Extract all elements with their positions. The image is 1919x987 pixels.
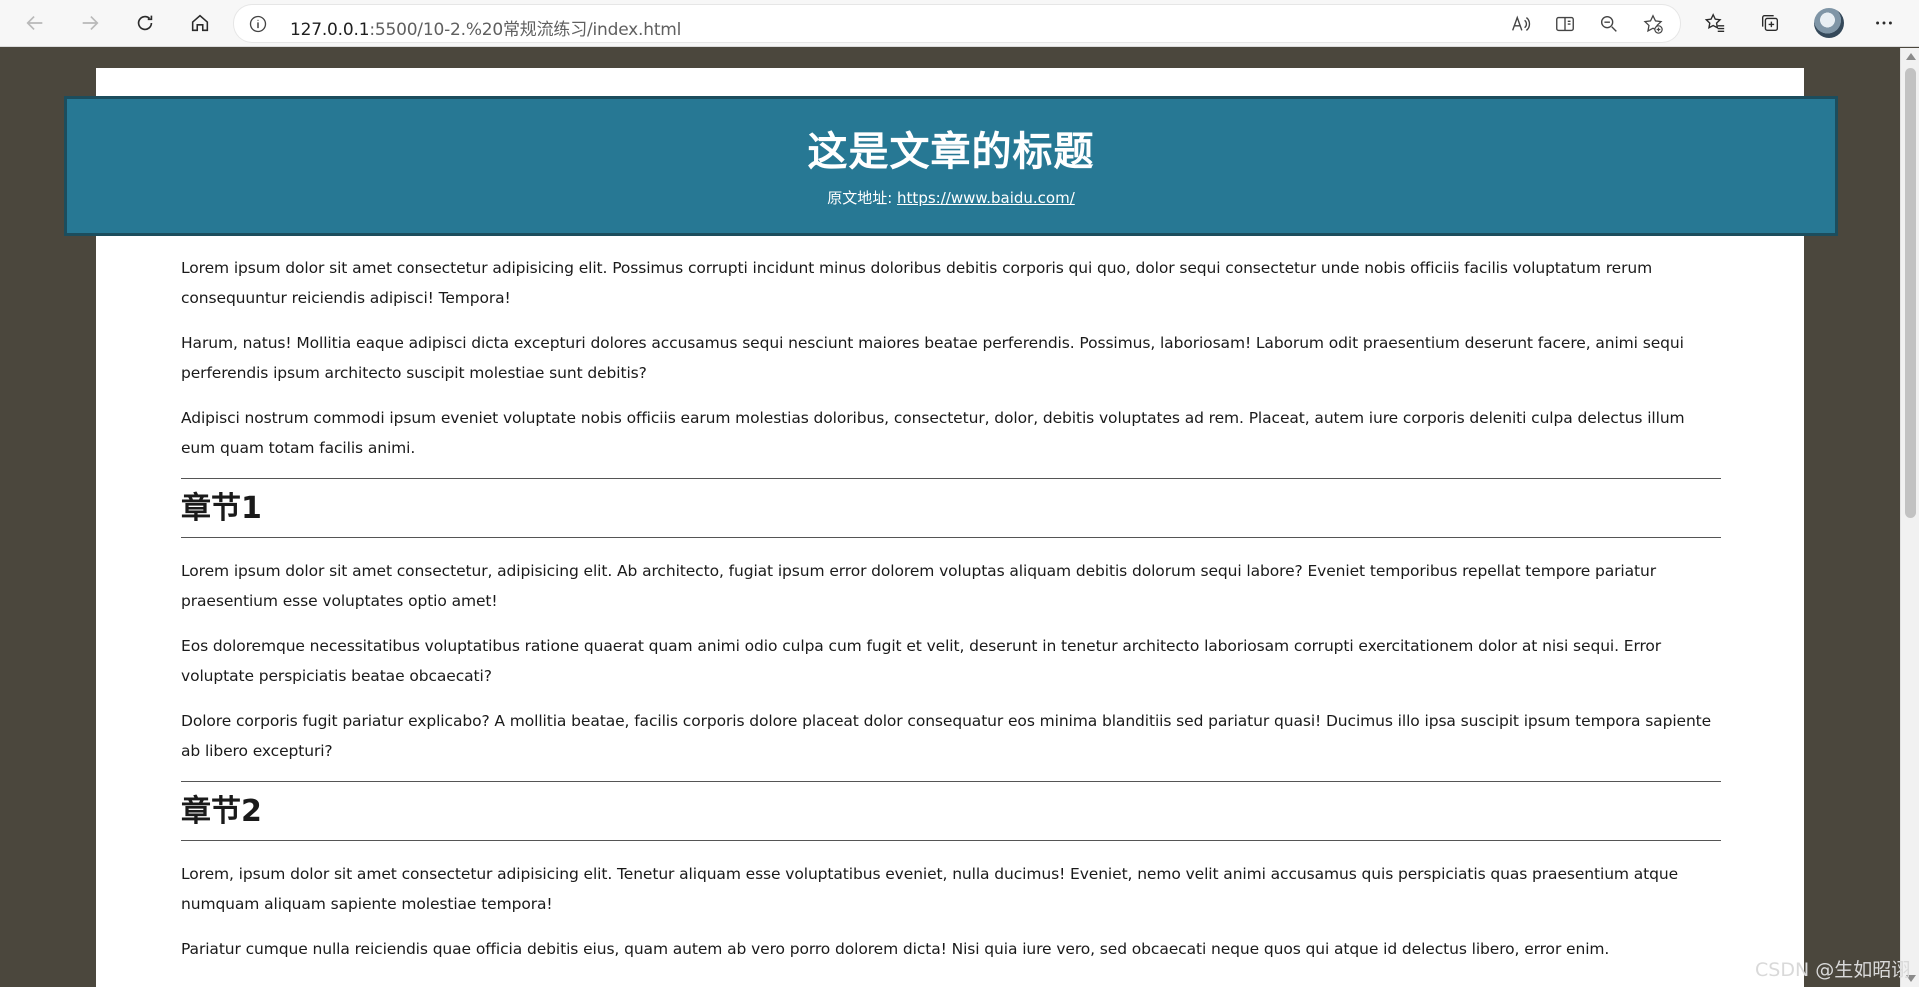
arrow-left-icon bbox=[26, 15, 43, 31]
article-header: 这是文章的标题 原文地址: https://www.baidu.com/ bbox=[64, 96, 1838, 236]
paragraph: Eos doloremque necessitatibus voluptatib… bbox=[181, 637, 1662, 685]
vertical-scrollbar[interactable] bbox=[1900, 48, 1919, 987]
article-source: 原文地址: https://www.baidu.com/ bbox=[67, 187, 1835, 208]
paragraph: Lorem, ipsum dolor sit amet consectetur … bbox=[181, 865, 1679, 913]
info-icon[interactable] bbox=[248, 14, 268, 34]
source-link[interactable]: https://www.baidu.com/ bbox=[897, 189, 1075, 207]
home-button[interactable] bbox=[182, 6, 218, 40]
scrollbar-thumb[interactable] bbox=[1905, 68, 1916, 518]
profile-avatar[interactable] bbox=[1814, 8, 1844, 38]
paragraph: Adipisci nostrum commodi ipsum eveniet v… bbox=[181, 409, 1685, 457]
url-text[interactable]: 127.0.0.1:5500/10-2.%20常规流练习/index.html bbox=[290, 15, 681, 40]
watermark: CSDN @生如昭诩 bbox=[1755, 959, 1911, 981]
more-horizontal-icon bbox=[1876, 21, 1892, 25]
paragraph: Pariatur cumque nulla reiciendis quae of… bbox=[181, 940, 1610, 958]
paragraph: Harum, natus! Mollitia eaque adipisci di… bbox=[181, 334, 1684, 382]
reader-view-icon[interactable] bbox=[1554, 13, 1576, 35]
article-title: 这是文章的标题 bbox=[807, 129, 1095, 175]
section-heading-2: 章节2 bbox=[181, 781, 1721, 841]
page-viewport: 这是文章的标题 原文地址: https://www.baidu.com/ Lor… bbox=[0, 48, 1900, 987]
add-favorite-icon[interactable] bbox=[1642, 13, 1664, 35]
collections-icon bbox=[1761, 14, 1779, 32]
browser-toolbar: 127.0.0.1:5500/10-2.%20常规流练习/index.html bbox=[0, 0, 1919, 47]
settings-menu-button[interactable] bbox=[1866, 6, 1902, 40]
arrow-right-icon bbox=[82, 15, 99, 31]
forward-button[interactable] bbox=[72, 6, 108, 40]
paragraph: Lorem ipsum dolor sit amet consectetur, … bbox=[181, 562, 1657, 610]
collections-button[interactable] bbox=[1752, 6, 1788, 40]
paragraph: Lorem ipsum dolor sit amet consectetur a… bbox=[181, 259, 1653, 307]
section-heading-1: 章节1 bbox=[181, 478, 1721, 538]
url-path: :5500/10-2.%20常规流练习/index.html bbox=[369, 20, 682, 40]
favorites-icon bbox=[1704, 13, 1725, 32]
source-label: 原文地址: bbox=[827, 189, 898, 207]
refresh-icon bbox=[137, 15, 153, 31]
url-host: 127.0.0.1 bbox=[290, 20, 370, 40]
address-bar[interactable]: 127.0.0.1:5500/10-2.%20常规流练习/index.html bbox=[234, 5, 1680, 42]
paragraph: Dolore corporis fugit pariatur explicabo… bbox=[181, 712, 1712, 760]
read-aloud-icon[interactable] bbox=[1509, 13, 1531, 35]
refresh-button[interactable] bbox=[127, 6, 163, 40]
home-icon bbox=[191, 14, 209, 32]
scroll-up-arrow[interactable] bbox=[1906, 53, 1916, 60]
back-button[interactable] bbox=[17, 6, 53, 40]
article-content: Lorem ipsum dolor sit amet consectetur a… bbox=[181, 253, 1721, 979]
zoom-out-icon[interactable] bbox=[1598, 13, 1620, 35]
favorites-button[interactable] bbox=[1697, 6, 1733, 40]
